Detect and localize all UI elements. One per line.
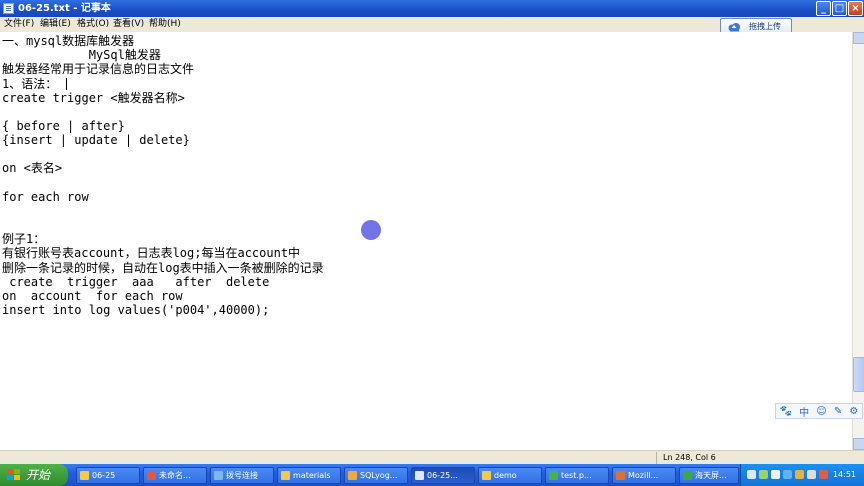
taskbar-item[interactable]: materials (277, 467, 341, 484)
ime-toolbar: 🐾 中 ☺ ✎ ⚙ (775, 403, 863, 419)
folder-icon (80, 471, 89, 480)
recorder-icon (683, 471, 692, 480)
status-divider (656, 452, 657, 464)
folder-icon (482, 471, 491, 480)
paint-icon (147, 471, 156, 480)
title-bar: 06-25.txt - 记事本 _ □ × (0, 0, 864, 17)
file-icon (549, 471, 558, 480)
taskbar-item[interactable]: 海天屏... (679, 467, 739, 484)
taskbar-item-label: 06-25 (92, 471, 116, 480)
taskbar-item-label: demo (494, 471, 517, 480)
taskbar-item[interactable]: test.p... (545, 467, 609, 484)
editor-line: create trigger <触发器名称> (2, 91, 185, 105)
taskbar-item-active[interactable]: 06-25... (411, 467, 475, 484)
taskbar: 开始 06-25 未命名... 拨号连接 materials SQLyog...… (0, 464, 864, 486)
tray-icon[interactable] (795, 470, 804, 479)
tray-icon[interactable] (819, 470, 828, 479)
windows-logo-icon (7, 469, 20, 481)
scroll-down-button[interactable] (853, 438, 864, 450)
upload-label: 拖拽上传 (749, 22, 781, 31)
network-icon (214, 471, 223, 480)
ime-paw-icon[interactable]: 🐾 (780, 406, 792, 417)
menu-view[interactable]: 查看(V) (113, 17, 144, 32)
ime-chinese-mode[interactable]: 中 (799, 404, 809, 419)
editor-line: 例子1： (2, 232, 46, 246)
editor-line: 一、mysql数据库触发器 (2, 34, 135, 48)
taskbar-item[interactable]: 拨号连接 (210, 467, 274, 484)
taskbar-item-label: 海天屏... (695, 471, 727, 480)
speaker-icon[interactable] (771, 470, 780, 479)
taskbar-item-label: test.p... (561, 471, 592, 480)
taskbar-item-label: Mozill... (628, 471, 659, 480)
editor-line: 1、语法： (2, 77, 58, 91)
system-tray: 14:51 (740, 464, 864, 486)
firefox-icon (616, 471, 625, 480)
folder-icon (281, 471, 290, 480)
taskbar-item[interactable]: 06-25 (76, 467, 140, 484)
scroll-up-button[interactable] (853, 32, 864, 44)
menu-edit[interactable]: 编辑(E) (40, 17, 71, 32)
editor-line: 触发器经常用于记录信息的日志文件 (2, 62, 195, 76)
minimize-button[interactable]: _ (816, 1, 831, 16)
editor-line: create trigger aaa after delete (2, 275, 270, 289)
tray-icon[interactable] (759, 470, 768, 479)
editor-line: for each row (2, 190, 89, 204)
ime-emoji-icon[interactable]: ☺ (816, 406, 826, 417)
taskbar-item[interactable]: SQLyog... (344, 467, 408, 484)
mouse-cursor-highlight (361, 220, 381, 240)
taskbar-item-label: 拨号连接 (226, 471, 258, 480)
editor-line: on <表名> (2, 161, 63, 175)
status-bar: Ln 248, Col 6 (0, 450, 864, 464)
taskbar-item-label: 未命名... (159, 471, 191, 480)
start-button[interactable]: 开始 (0, 464, 68, 486)
notepad-icon (415, 471, 424, 480)
ime-pen-icon[interactable]: ✎ (834, 406, 842, 417)
maximize-button[interactable]: □ (832, 1, 847, 16)
taskbar-item[interactable]: Mozill... (612, 467, 676, 484)
window-controls: _ □ × (816, 1, 863, 16)
text-editor[interactable]: 一、mysql数据库触发器 MySql触发器 触发器经常用于记录信息的日志文件 … (0, 32, 852, 450)
clock: 14:51 (832, 470, 856, 479)
cloud-upload-icon (728, 23, 740, 32)
editor-line: {insert | update | delete} (2, 133, 190, 147)
editor-line: { before | after} (2, 119, 125, 133)
taskbar-item-label: SQLyog... (360, 471, 398, 480)
scroll-thumb[interactable] (853, 357, 864, 392)
menu-format[interactable]: 格式(O) (77, 17, 109, 32)
tray-icon[interactable] (807, 470, 816, 479)
cursor-position: Ln 248, Col 6 (663, 453, 716, 462)
menu-file[interactable]: 文件(F) (4, 17, 34, 32)
editor-line: 有银行账号表account，日志表log;每当在account中 (2, 246, 301, 260)
close-button[interactable]: × (848, 1, 863, 16)
menu-help[interactable]: 帮助(H) (149, 17, 181, 32)
text-caret (66, 78, 67, 90)
network-tray-icon[interactable] (783, 470, 792, 479)
editor-line: insert into log values('p004',40000); (2, 303, 270, 317)
tray-icon[interactable] (747, 470, 756, 479)
window-title: 06-25.txt - 记事本 (18, 3, 111, 14)
start-label: 开始 (26, 468, 51, 482)
taskbar-item[interactable]: demo (478, 467, 542, 484)
sqlyog-icon (348, 471, 357, 480)
editor-line: on account for each row (2, 289, 183, 303)
notepad-app-icon[interactable] (3, 3, 14, 14)
ime-settings-icon[interactable]: ⚙ (849, 406, 858, 417)
taskbar-item[interactable]: 未命名... (143, 467, 207, 484)
taskbar-item-label: materials (293, 471, 331, 480)
editor-line: MySql触发器 (2, 48, 161, 62)
vertical-scrollbar[interactable] (852, 32, 864, 450)
editor-line: 删除一条记录的时候，自动在log表中插入一条被删除的记录 (2, 261, 324, 275)
taskbar-item-label: 06-25... (427, 471, 458, 480)
